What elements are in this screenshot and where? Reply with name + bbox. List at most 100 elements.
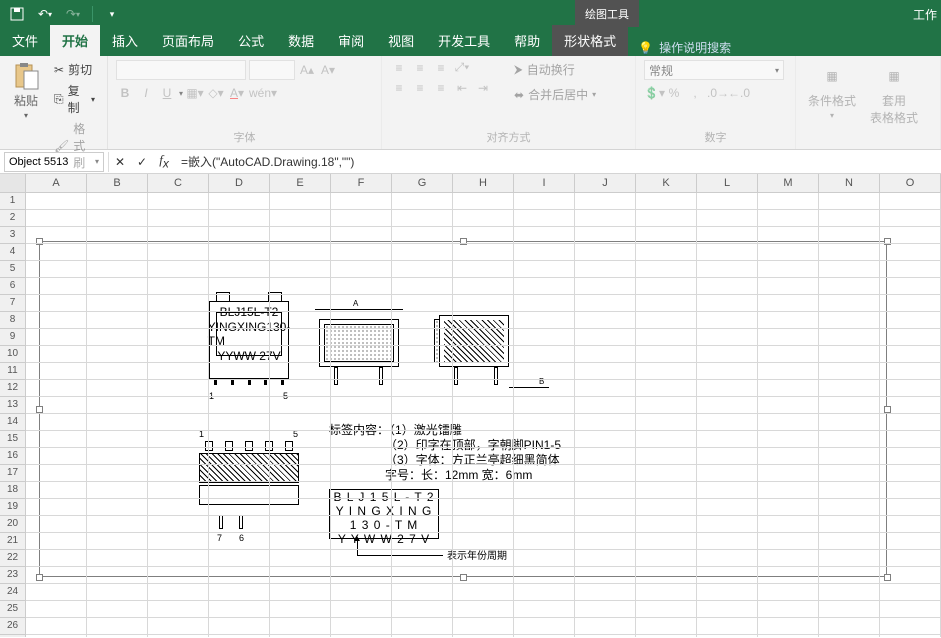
wrap-icon: ⮞ <box>514 62 523 77</box>
font-family-dropdown[interactable] <box>116 60 246 80</box>
tab-formulas[interactable]: 公式 <box>226 25 276 56</box>
col-header[interactable]: A <box>26 174 87 192</box>
align-bottom-icon[interactable]: ≡ <box>432 61 450 75</box>
increase-decimal-icon[interactable]: .0→ <box>707 86 725 100</box>
col-header[interactable]: N <box>819 174 880 192</box>
qat-customize-icon[interactable]: ▾ <box>101 3 123 25</box>
row-header[interactable]: 26 <box>0 618 25 635</box>
row-header[interactable]: 9 <box>0 329 25 346</box>
row-header[interactable]: 16 <box>0 448 25 465</box>
lightbulb-icon: 💡 <box>638 41 653 55</box>
align-middle-icon[interactable]: ≡ <box>411 61 429 75</box>
currency-icon[interactable]: 💲▾ <box>644 86 662 100</box>
col-header[interactable]: J <box>575 174 636 192</box>
row-header[interactable]: 2 <box>0 210 25 227</box>
tab-insert[interactable]: 插入 <box>100 25 150 56</box>
orientation-icon[interactable]: ⤢▾ <box>453 60 471 75</box>
col-header[interactable]: E <box>270 174 331 192</box>
align-left-icon[interactable]: ≡ <box>390 81 408 95</box>
row-header[interactable]: 18 <box>0 482 25 499</box>
row-header[interactable]: 1 <box>0 193 25 210</box>
row-header[interactable]: 25 <box>0 601 25 618</box>
row-header[interactable]: 22 <box>0 550 25 567</box>
decrease-font-icon[interactable]: A▾ <box>319 63 337 77</box>
row-header[interactable]: 7 <box>0 295 25 312</box>
cut-button[interactable]: ✂剪切 <box>50 60 99 79</box>
conditional-format-button[interactable]: ▦ 条件格式▾ <box>804 60 860 122</box>
row-header[interactable]: 10 <box>0 346 25 363</box>
font-color-button[interactable]: A▾ <box>228 86 246 100</box>
cancel-formula-button[interactable]: ✕ <box>109 151 131 173</box>
format-as-table-button[interactable]: ▦ 套用 表格格式 <box>866 60 922 128</box>
row-header[interactable]: 14 <box>0 414 25 431</box>
formula-input[interactable]: =嵌入("AutoCAD.Drawing.18","") <box>175 153 354 170</box>
row-header[interactable]: 17 <box>0 465 25 482</box>
row-header[interactable]: 6 <box>0 278 25 295</box>
undo-icon[interactable]: ↶▾ <box>34 3 56 25</box>
tab-home[interactable]: 开始 <box>50 25 100 56</box>
tab-file[interactable]: 文件 <box>0 25 50 56</box>
align-center-icon[interactable]: ≡ <box>411 81 429 95</box>
decrease-indent-icon[interactable]: ⇤ <box>453 81 471 95</box>
borders-button[interactable]: ▦▾ <box>186 86 204 100</box>
tab-review[interactable]: 审阅 <box>326 25 376 56</box>
col-header[interactable]: M <box>758 174 819 192</box>
row-header[interactable]: 5 <box>0 261 25 278</box>
bold-button[interactable]: B <box>116 86 134 100</box>
insert-function-button[interactable]: fx <box>153 151 175 173</box>
col-header[interactable]: G <box>392 174 453 192</box>
enter-formula-button[interactable]: ✓ <box>131 151 153 173</box>
row-header[interactable]: 20 <box>0 516 25 533</box>
row-header[interactable]: 23 <box>0 567 25 584</box>
tab-shape-format[interactable]: 形状格式 <box>552 25 628 56</box>
save-icon[interactable] <box>6 3 28 25</box>
italic-button[interactable]: I <box>137 86 155 100</box>
col-header[interactable]: H <box>453 174 514 192</box>
comma-icon[interactable]: , <box>686 86 704 100</box>
tell-me-search[interactable]: 💡 操作说明搜索 <box>638 39 731 56</box>
percent-icon[interactable]: % <box>665 86 683 100</box>
row-header[interactable]: 19 <box>0 499 25 516</box>
number-format-dropdown[interactable]: 常规▾ <box>644 60 784 80</box>
col-header[interactable]: B <box>87 174 148 192</box>
align-right-icon[interactable]: ≡ <box>432 81 450 95</box>
col-header[interactable]: O <box>880 174 941 192</box>
tab-developer[interactable]: 开发工具 <box>426 25 502 56</box>
merge-center-button[interactable]: ⬌合并后居中▾ <box>510 85 600 104</box>
paste-button[interactable]: 粘贴 ▾ <box>8 60 44 122</box>
col-header[interactable]: K <box>636 174 697 192</box>
align-top-icon[interactable]: ≡ <box>390 61 408 75</box>
underline-button[interactable]: U <box>158 86 176 100</box>
name-box[interactable]: Object 5513▾ <box>4 152 104 172</box>
col-header[interactable]: F <box>331 174 392 192</box>
row-header[interactable]: 15 <box>0 431 25 448</box>
row-header[interactable]: 4 <box>0 244 25 261</box>
row-header[interactable]: 11 <box>0 363 25 380</box>
row-header[interactable]: 3 <box>0 227 25 244</box>
row-header[interactable]: 13 <box>0 397 25 414</box>
row-header[interactable]: 12 <box>0 380 25 397</box>
tab-page-layout[interactable]: 页面布局 <box>150 25 226 56</box>
phonetic-button[interactable]: wén▾ <box>249 86 267 100</box>
select-all-corner[interactable] <box>0 174 26 192</box>
redo-icon[interactable]: ↷▾ <box>62 3 84 25</box>
col-header[interactable]: I <box>514 174 575 192</box>
col-header[interactable]: D <box>209 174 270 192</box>
tab-view[interactable]: 视图 <box>376 25 426 56</box>
cells-area[interactable]: BLJ15L-T2 YINGXING130-TM YYWW 27V 1 5 <box>26 193 941 637</box>
tab-data[interactable]: 数据 <box>276 25 326 56</box>
col-header[interactable]: C <box>148 174 209 192</box>
row-header[interactable]: 8 <box>0 312 25 329</box>
row-header[interactable]: 21 <box>0 533 25 550</box>
increase-indent-icon[interactable]: ⇥ <box>474 81 492 95</box>
font-size-dropdown[interactable] <box>249 60 295 80</box>
increase-font-icon[interactable]: A▴ <box>298 63 316 77</box>
fill-color-button[interactable]: ◇▾ <box>207 86 225 100</box>
wrap-text-button[interactable]: ⮞自动换行 <box>510 60 600 79</box>
copy-button[interactable]: ⎘复制▾ <box>50 81 99 117</box>
group-font-title: 字体 <box>116 129 373 147</box>
tab-help[interactable]: 帮助 <box>502 25 552 56</box>
decrease-decimal-icon[interactable]: ←.0 <box>728 86 746 100</box>
col-header[interactable]: L <box>697 174 758 192</box>
row-header[interactable]: 24 <box>0 584 25 601</box>
